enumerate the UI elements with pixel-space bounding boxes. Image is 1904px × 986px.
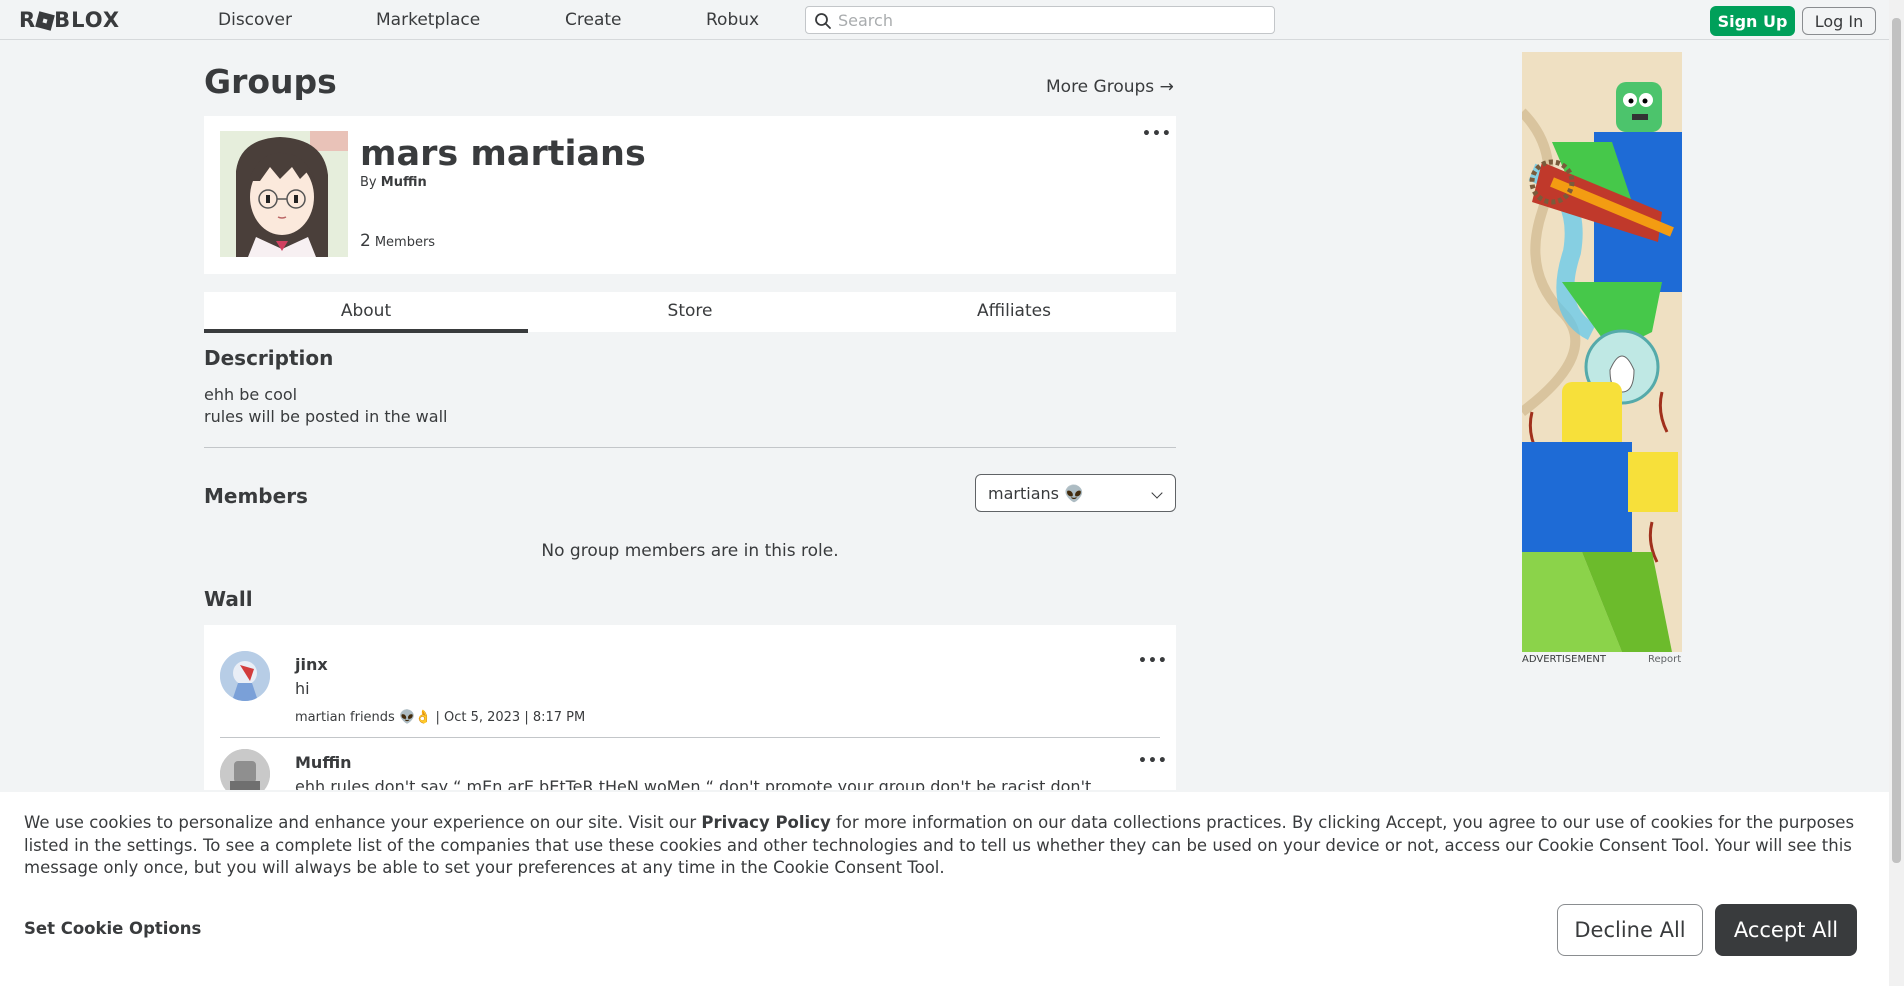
description-heading: Description (204, 346, 334, 370)
nav-create[interactable]: Create (565, 10, 622, 30)
page-scrollbar[interactable] (1889, 0, 1904, 986)
set-cookie-options-link[interactable]: Set Cookie Options (24, 919, 201, 938)
group-emblem-image (220, 131, 348, 257)
section-divider (204, 447, 1176, 448)
cookie-text-before: We use cookies to personalize and enhanc… (24, 813, 697, 832)
post-meta: martian friends 👽👌 | Oct 5, 2023 | 8:17 … (295, 710, 586, 725)
avatar[interactable] (220, 651, 270, 701)
post-body: ehh rules don't say “ mEn arE bEtTeR tHe… (295, 777, 1092, 790)
group-header-card: mars martians By Muffin 2 Members ••• (204, 116, 1176, 274)
sign-up-button[interactable]: Sign Up (1710, 6, 1795, 36)
wall-heading: Wall (204, 587, 253, 611)
roblox-logo[interactable]: R BLOX (19, 8, 120, 32)
empty-role-message: No group members are in this role. (541, 541, 839, 561)
avatar-image (220, 749, 270, 790)
wall-post: Muffin ehh rules don't say “ mEn arE bEt… (220, 749, 1167, 790)
search-icon (815, 13, 831, 29)
avatar-image (220, 651, 270, 701)
chevron-down-icon (1151, 487, 1163, 499)
nav-marketplace[interactable]: Marketplace (376, 10, 480, 30)
group-owner-link[interactable]: Muffin (381, 175, 427, 190)
group-menu-icon[interactable]: ••• (1142, 126, 1172, 142)
group-owner-line: By Muffin (360, 175, 427, 190)
search-input[interactable] (838, 10, 1258, 30)
privacy-policy-link[interactable]: Privacy Policy (701, 813, 830, 832)
advertisement-image (1522, 52, 1682, 652)
post-menu-icon[interactable]: ••• (1138, 653, 1168, 669)
by-prefix: By (360, 175, 377, 190)
scrollbar-thumb[interactable] (1892, 18, 1901, 863)
post-menu-icon[interactable]: ••• (1138, 753, 1168, 769)
member-count-label: Members (374, 235, 436, 250)
tab-store[interactable]: Store (528, 292, 852, 332)
post-author[interactable]: jinx (295, 655, 328, 674)
group-emblem[interactable] (220, 131, 348, 257)
role-dropdown[interactable]: martians 👽 (975, 474, 1176, 512)
wall-card: jinx hi martian friends 👽👌 | Oct 5, 2023… (204, 625, 1176, 790)
nav-discover[interactable]: Discover (218, 10, 292, 30)
tab-about[interactable]: About (204, 292, 528, 333)
logo-mark-icon (35, 11, 55, 31)
role-selected-value: martians 👽 (988, 484, 1084, 503)
post-divider (220, 737, 1160, 738)
advertisement-label: ADVERTISEMENT (1522, 654, 1607, 665)
log-in-button[interactable]: Log In (1802, 7, 1876, 35)
cookie-message: We use cookies to personalize and enhanc… (24, 812, 1874, 880)
search-box[interactable] (805, 6, 1275, 34)
description-line: ehh be cool (204, 385, 298, 404)
description-text: ehh be cool rules will be posted in the … (204, 384, 447, 428)
advertisement-banner[interactable] (1522, 52, 1682, 652)
ad-report-link[interactable]: Report (1648, 654, 1681, 665)
group-tabs: About Store Affiliates (204, 292, 1176, 333)
post-body: hi (295, 679, 310, 698)
cookie-banner: We use cookies to personalize and enhanc… (0, 792, 1889, 986)
post-author[interactable]: Muffin (295, 753, 352, 772)
avatar[interactable] (220, 749, 270, 790)
accept-all-button[interactable]: Accept All (1715, 904, 1857, 956)
description-line: rules will be posted in the wall (204, 407, 448, 426)
top-nav: R BLOX Discover Marketplace Create Robux … (0, 0, 1904, 40)
tab-affiliates[interactable]: Affiliates (852, 292, 1176, 332)
more-groups-link[interactable]: More Groups → (1046, 77, 1174, 97)
decline-all-button[interactable]: Decline All (1557, 904, 1703, 956)
members-heading: Members (204, 484, 308, 508)
wall-post: jinx hi martian friends 👽👌 | Oct 5, 2023… (220, 649, 1167, 739)
group-name: mars martians (360, 134, 646, 174)
nav-robux[interactable]: Robux (706, 10, 759, 30)
member-count-value: 2 (360, 231, 371, 251)
page-title: Groups (204, 62, 337, 101)
member-count: 2 Members (360, 231, 435, 251)
